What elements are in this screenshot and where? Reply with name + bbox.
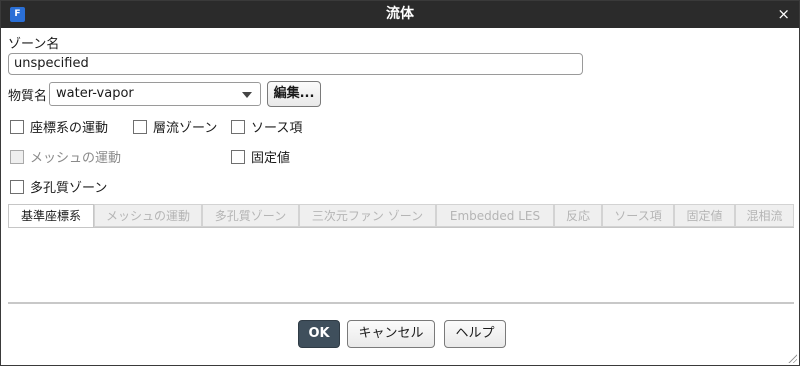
checkbox-icon [231,120,245,134]
ok-button[interactable]: OK [298,320,340,348]
fixed-values-checkbox[interactable]: 固定値 [231,147,290,166]
tab-multiphase[interactable]: 混相流 [735,204,794,227]
source-terms-label: ソース項 [251,121,303,136]
checkbox-icon [10,180,24,194]
chevron-down-icon [242,92,252,98]
frame-motion-label: 座標系の運動 [30,121,109,136]
porous-zone-checkbox[interactable]: 多孔質ゾーン [10,177,107,196]
tab-source-terms[interactable]: ソース項 [602,204,674,227]
settings-tabs: 基準座標系 メッシュの運動 多孔質ゾーン 三次元ファン ゾーン Embedded… [8,204,794,228]
checkbox-icon [133,120,147,134]
close-icon[interactable]: × [777,1,790,28]
zone-name-label: ゾーン名 [8,37,60,52]
tab-mesh-motion[interactable]: メッシュの運動 [94,204,202,227]
material-select[interactable]: water-vapor [49,82,261,106]
laminar-zone-checkbox[interactable]: 層流ゾーン [133,117,217,136]
checkbox-icon [231,150,245,164]
tab-fixed-values[interactable]: 固定値 [674,204,735,227]
tab-3d-fan-zone[interactable]: 三次元ファン ゾーン [299,204,436,227]
window-title: 流体 [386,6,414,22]
laminar-zone-label: 層流ゾーン [153,121,218,136]
mesh-motion-checkbox: メッシュの運動 [10,147,121,166]
mesh-motion-label: メッシュの運動 [30,151,122,166]
tab-reference-frame[interactable]: 基準座標系 [8,204,94,228]
porous-zone-label: 多孔質ゾーン [30,181,108,196]
tab-porous-zone[interactable]: 多孔質ゾーン [202,204,299,227]
material-select-value: water-vapor [56,86,134,101]
tab-content-panel [8,227,794,304]
checkbox-icon [10,120,24,134]
zone-name-input[interactable]: unspecified [8,53,583,75]
tab-reaction[interactable]: 反応 [554,204,602,227]
checkbox-icon [10,150,24,164]
fixed-values-label: 固定値 [251,151,291,166]
title-bar[interactable]: F 流体 × [1,1,799,28]
material-label: 物質名 [8,89,48,104]
frame-motion-checkbox[interactable]: 座標系の運動 [10,117,108,136]
fluid-dialog: F 流体 × ゾーン名 unspecified 物質名 water-vapor … [0,0,800,366]
help-button[interactable]: ヘルプ [444,320,506,348]
edit-material-button[interactable]: 編集... [267,81,321,107]
resize-grip-icon[interactable] [787,353,797,363]
cancel-button[interactable]: キャンセル [347,320,435,348]
tab-embedded-les[interactable]: Embedded LES [436,204,554,227]
source-terms-checkbox[interactable]: ソース項 [231,117,302,136]
